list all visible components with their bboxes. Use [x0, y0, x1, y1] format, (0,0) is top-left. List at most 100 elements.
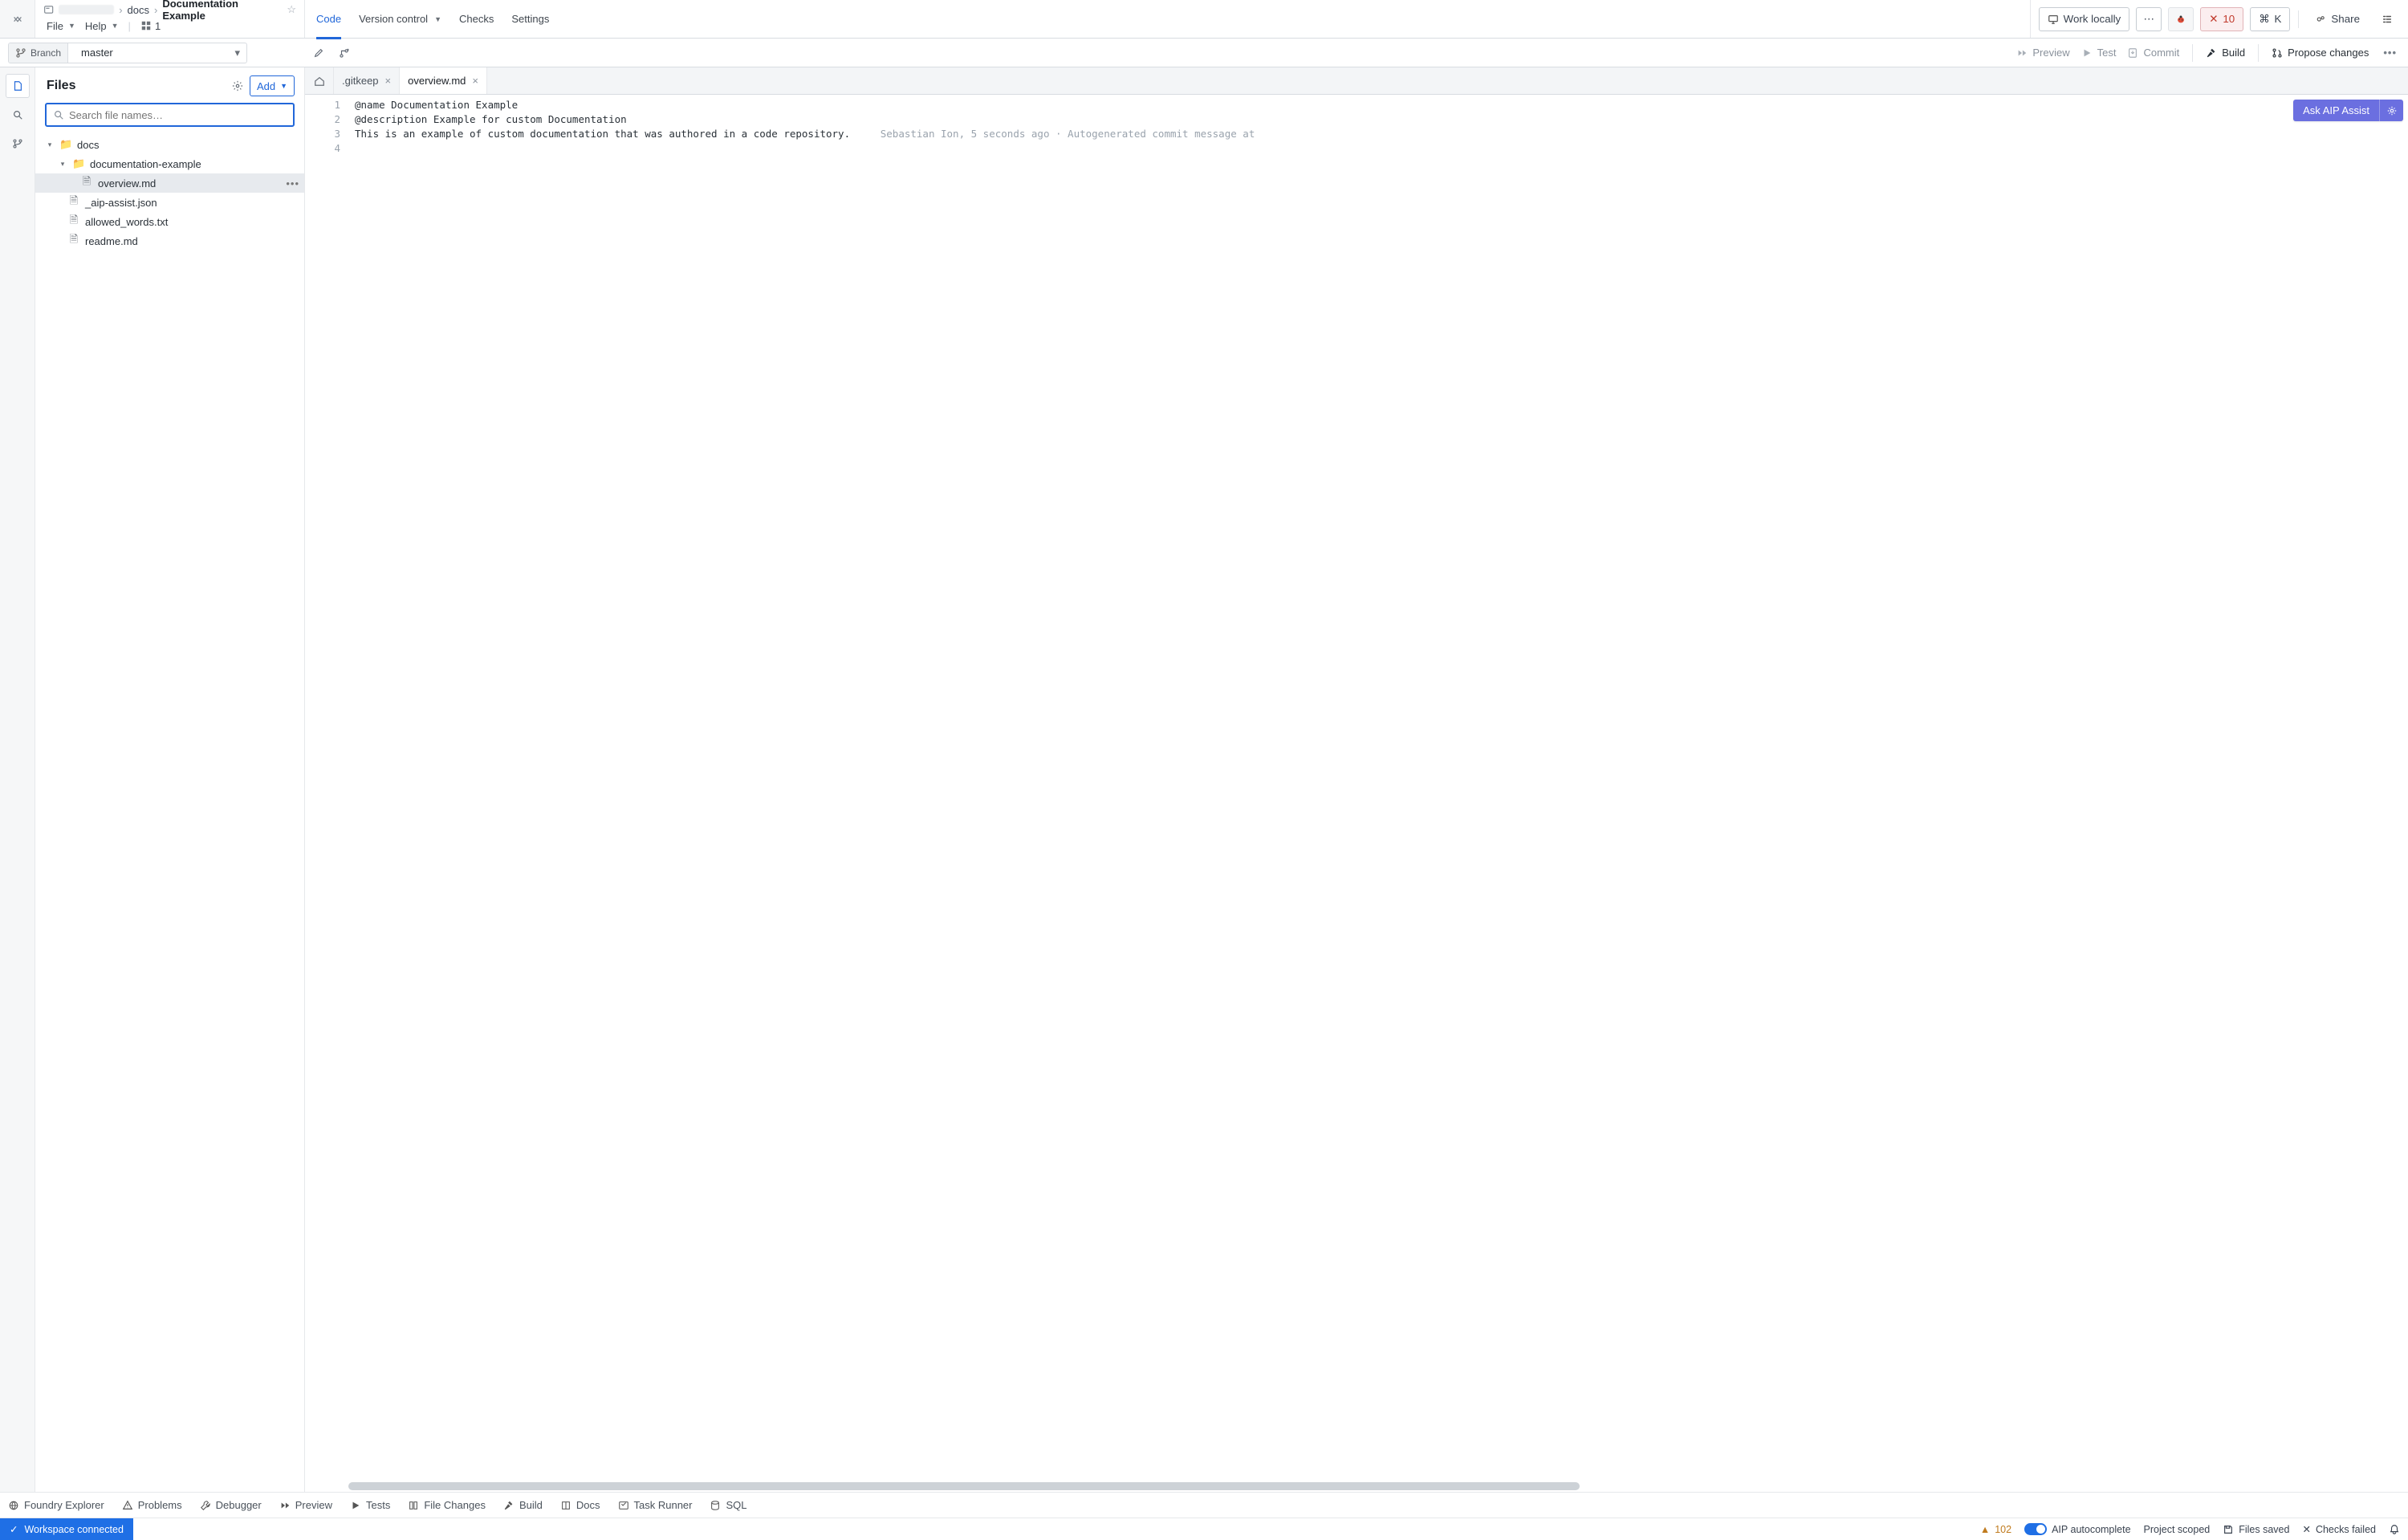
panel-tests[interactable]: Tests [350, 1499, 390, 1511]
right-actions: Preview Test Commit Build Propose change… [2016, 44, 2408, 62]
branch-create-icon[interactable] [336, 44, 353, 62]
sidebar-settings-button[interactable] [232, 80, 243, 92]
checks-failed-indicator[interactable]: ✕Checks failed [2302, 1523, 2376, 1535]
tab-version-control[interactable]: Version control▼ [359, 0, 441, 39]
more-locally-button[interactable]: ⋯ [2136, 7, 2162, 31]
workspaces-indicator[interactable]: 1 [137, 18, 164, 34]
search-icon [53, 109, 64, 120]
editor-tab-overview[interactable]: overview.md× [400, 67, 487, 94]
main-body: Files Add▼ ▾ 📁 docs ▾ 📁 documentation-ex… [0, 67, 2408, 1492]
warnings-indicator[interactable]: ▲102 [1980, 1524, 2011, 1535]
folder-documentation-example[interactable]: ▾ 📁 documentation-example [35, 154, 304, 173]
blame-annotation: Sebastian Ion, 5 seconds ago · Autogener… [881, 128, 1255, 140]
horizontal-scrollbar[interactable] [348, 1482, 2400, 1490]
preview-action[interactable]: Preview [2016, 47, 2069, 59]
folder-icon: 📁 [59, 138, 72, 151]
commit-action[interactable]: Commit [2127, 47, 2179, 59]
action-bar: Branch master ▾ Preview Test Commit Buil… [0, 39, 2408, 67]
rail-search-button[interactable] [6, 103, 30, 127]
home-icon [314, 75, 325, 87]
editor-tab-gitkeep[interactable]: .gitkeep× [334, 67, 400, 94]
autocomplete-toggle[interactable]: AIP autocomplete [2024, 1523, 2130, 1535]
app-handle-icon[interactable] [0, 0, 35, 38]
x-icon: ✕ [2209, 13, 2218, 26]
more-actions-button[interactable]: ••• [2380, 47, 2400, 59]
close-icon[interactable]: × [385, 75, 392, 87]
notifications-button[interactable] [2389, 1524, 2400, 1535]
menu-help[interactable]: Help▼ [82, 18, 122, 34]
breadcrumb-segment-docs[interactable]: docs [128, 4, 149, 16]
file-allowed-words-txt[interactable]: 🗎 allowed_words.txt [35, 212, 304, 231]
toggle-icon [2024, 1523, 2047, 1535]
file-icon: 🗎 [67, 194, 80, 211]
star-icon[interactable]: ☆ [287, 3, 296, 16]
file-search-input[interactable] [45, 103, 295, 127]
file-search-field[interactable] [69, 109, 287, 121]
panel-preview[interactable]: Preview [279, 1499, 332, 1511]
build-action[interactable]: Build [2206, 47, 2245, 59]
branch-dropdown-icon[interactable]: ▾ [228, 47, 246, 59]
file-more-button[interactable]: ••• [286, 177, 299, 189]
panel-docs[interactable]: Docs [560, 1499, 600, 1511]
branch-name: master [73, 47, 223, 59]
panel-problems[interactable]: Problems [122, 1499, 182, 1511]
tab-settings[interactable]: Settings [511, 0, 549, 39]
gear-icon [232, 80, 243, 92]
bottom-panels: Foundry Explorer Problems Debugger Previ… [0, 1492, 2408, 1518]
panel-task-runner[interactable]: Task Runner [618, 1499, 693, 1511]
file-overview-md[interactable]: 🗎 overview.md ••• [35, 173, 304, 193]
branch-icon [12, 138, 23, 149]
cmd-k-button[interactable]: ⌘ K [2250, 7, 2290, 31]
menu-file[interactable]: File▼ [43, 18, 79, 34]
play-icon [350, 1500, 361, 1511]
status-bar: ✓ Workspace connected ▲102 AIP autocompl… [0, 1518, 2408, 1540]
panel-sql[interactable]: SQL [710, 1499, 746, 1511]
line-gutter: 1 2 3 4 [305, 95, 348, 1492]
panel-build[interactable]: Build [503, 1499, 543, 1511]
top-bar: › docs › Documentation Example ☆ File▼ H… [0, 0, 2408, 39]
error-count-chip[interactable]: ✕ 10 [2200, 7, 2243, 31]
ladybug-icon [2175, 14, 2186, 25]
breadcrumb-org[interactable] [59, 5, 114, 14]
share-icon [2315, 14, 2326, 25]
tab-checks[interactable]: Checks [459, 0, 494, 39]
panel-file-changes[interactable]: File Changes [408, 1499, 486, 1511]
edit-icon[interactable] [310, 44, 327, 62]
bell-icon [2389, 1524, 2400, 1535]
aip-settings-button[interactable] [2379, 100, 2403, 121]
test-action[interactable]: Test [2081, 47, 2117, 59]
saved-indicator[interactable]: Files saved [2223, 1524, 2289, 1535]
work-locally-button[interactable]: Work locally [2039, 7, 2130, 31]
propose-changes-action[interactable]: Propose changes [2272, 47, 2369, 59]
tab-code[interactable]: Code [316, 0, 341, 39]
rail-files-button[interactable] [6, 74, 30, 98]
share-button[interactable]: Share [2307, 7, 2368, 31]
separator [2298, 10, 2299, 28]
file-sidebar: Files Add▼ ▾ 📁 docs ▾ 📁 documentation-ex… [35, 67, 305, 1492]
workspace-status[interactable]: ✓ Workspace connected [0, 1518, 133, 1540]
ask-aip-assist-button[interactable]: Ask AIP Assist [2293, 100, 2403, 121]
panel-foundry-explorer[interactable]: Foundry Explorer [8, 1499, 104, 1511]
play-fast-icon [279, 1500, 291, 1511]
editor-home-button[interactable] [305, 67, 334, 94]
rail-scm-button[interactable] [6, 132, 30, 156]
repo-icon [43, 4, 54, 15]
file-menu-row: File▼ Help▼ | 1 [35, 18, 304, 35]
database-icon [710, 1500, 721, 1511]
ladybug-button[interactable] [2168, 7, 2194, 31]
file-readme-md[interactable]: 🗎 readme.md [35, 231, 304, 251]
file-aip-assist-json[interactable]: 🗎 _aip-assist.json [35, 193, 304, 212]
save-icon [2223, 1524, 2234, 1535]
panel-toggle-button[interactable] [2374, 7, 2400, 31]
warning-icon: ▲ [1980, 1524, 1990, 1535]
scope-indicator[interactable]: Project scoped [2144, 1524, 2211, 1535]
code-editor[interactable]: 1 2 3 4 @name Documentation Example@desc… [305, 95, 2408, 1492]
code-content[interactable]: @name Documentation Example@description … [348, 95, 2408, 141]
left-rail [0, 67, 35, 1492]
globe-icon [8, 1500, 19, 1511]
panel-debugger[interactable]: Debugger [200, 1499, 262, 1511]
branch-selector[interactable]: Branch master ▾ [8, 43, 247, 63]
close-icon[interactable]: × [472, 75, 478, 87]
add-button[interactable]: Add▼ [250, 75, 295, 96]
folder-docs[interactable]: ▾ 📁 docs [35, 135, 304, 154]
